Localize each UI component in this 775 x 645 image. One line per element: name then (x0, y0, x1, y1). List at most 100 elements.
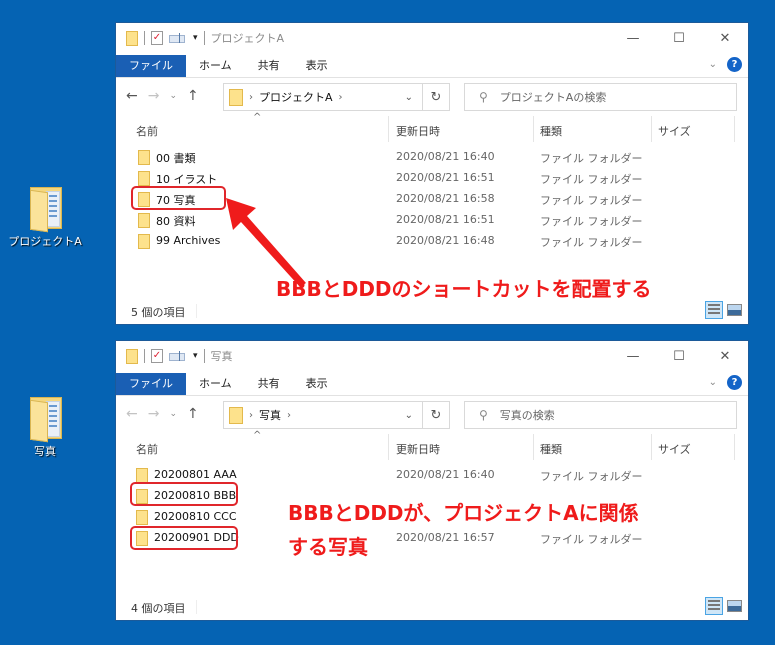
rename-icon[interactable] (169, 33, 187, 43)
close-button[interactable]: ✕ (702, 23, 748, 53)
file-row[interactable]: 80 資料 2020/08/21 16:51 ファイル フォルダー (116, 209, 748, 230)
chevron-right-icon[interactable]: › (287, 410, 291, 421)
column-divider[interactable] (734, 434, 735, 460)
file-row[interactable]: 00 書類 2020/08/21 16:40 ファイル フォルダー (116, 146, 748, 167)
ribbon-tabs: ファイル ホーム 共有 表示 ⌄ ? (116, 55, 748, 78)
expand-ribbon-icon[interactable]: ⌄ (709, 59, 717, 70)
search-placeholder: 写真の検索 (499, 409, 555, 422)
search-input[interactable]: ⚲ プロジェクトAの検索 (464, 83, 737, 111)
tab-view[interactable]: 表示 (293, 55, 341, 77)
column-divider[interactable] (388, 116, 389, 142)
up-button[interactable]: ↑ (187, 406, 199, 422)
customize-toolbar-dropdown[interactable]: ▾ (193, 351, 198, 361)
tab-file[interactable]: ファイル (116, 373, 186, 395)
address-bar[interactable]: › 写真 › ⌄ (223, 401, 450, 429)
rename-icon[interactable] (169, 351, 187, 361)
highlight-box (130, 482, 238, 506)
chevron-right-icon: › (249, 91, 253, 103)
chevron-right-icon: › (249, 409, 253, 421)
properties-icon[interactable]: ✓ (151, 31, 163, 45)
forward-button[interactable]: → (148, 88, 160, 104)
title-bar: ✓ ▾ 写真 — ☐ ✕ (116, 341, 748, 373)
details-view-button[interactable] (705, 301, 723, 319)
up-button[interactable]: ↑ (187, 88, 199, 104)
help-icon[interactable]: ? (727, 375, 742, 390)
tab-home[interactable]: ホーム (186, 55, 245, 77)
quick-access-toolbar: ✓ ▾ 写真 (126, 348, 233, 364)
chevron-right-icon[interactable]: › (339, 92, 343, 103)
file-type: ファイル フォルダー (540, 470, 643, 483)
search-input[interactable]: ⚲ 写真の検索 (464, 401, 737, 429)
file-row[interactable]: 99 Archives 2020/08/21 16:48 ファイル フォルダー (116, 230, 748, 251)
file-name: 20200801 AAA (154, 468, 237, 481)
quick-access-toolbar: ✓ ▾ プロジェクトA (126, 30, 284, 46)
column-date[interactable]: 更新日時 (396, 441, 440, 457)
back-button[interactable]: ← (126, 88, 138, 104)
properties-icon[interactable]: ✓ (151, 349, 163, 363)
column-name[interactable]: 名前 (136, 123, 158, 139)
column-divider[interactable] (388, 434, 389, 460)
desktop-icon-photos[interactable]: 写真 (5, 395, 85, 459)
column-headers: ^ 名前 更新日時 種類 サイズ (116, 430, 748, 460)
folder-icon (229, 88, 243, 106)
customize-toolbar-dropdown[interactable]: ▾ (193, 33, 198, 43)
file-date: 2020/08/21 16:48 (396, 234, 495, 247)
annotation-text: する写真 (288, 535, 368, 559)
details-view-button[interactable] (705, 597, 723, 615)
recent-locations-button[interactable]: ⌄ (169, 409, 177, 419)
minimize-button[interactable]: — (610, 23, 656, 53)
breadcrumb[interactable]: プロジェクトA (259, 89, 333, 105)
desktop-icon-project-a[interactable]: プロジェクトA (5, 185, 85, 249)
file-name: 00 書類 (156, 152, 196, 165)
breadcrumb[interactable]: 写真 (259, 407, 281, 423)
tab-share[interactable]: 共有 (245, 373, 293, 395)
window-title: プロジェクトA (210, 32, 285, 45)
maximize-button[interactable]: ☐ (656, 341, 702, 371)
back-button[interactable]: ← (126, 406, 138, 422)
column-divider[interactable] (651, 434, 652, 460)
column-size[interactable]: サイズ (658, 123, 691, 139)
help-icon[interactable]: ? (727, 57, 742, 72)
folder-icon (136, 468, 148, 483)
refresh-button[interactable]: ↻ (422, 83, 450, 111)
expand-ribbon-icon[interactable]: ⌄ (709, 377, 717, 388)
maximize-button[interactable]: ☐ (656, 23, 702, 53)
file-name: 80 資料 (156, 215, 196, 228)
address-bar[interactable]: › プロジェクトA › ⌄ (223, 83, 450, 111)
column-divider[interactable] (533, 434, 534, 460)
status-bar: 4 個の項目 (116, 594, 748, 620)
large-icons-view-button[interactable] (727, 600, 742, 612)
divider (144, 349, 145, 363)
forward-button[interactable]: → (148, 406, 160, 422)
column-name[interactable]: 名前 (136, 441, 158, 457)
tab-file[interactable]: ファイル (116, 55, 186, 77)
address-dropdown-icon[interactable]: ⌄ (405, 92, 413, 103)
close-button[interactable]: ✕ (702, 341, 748, 371)
file-type: ファイル フォルダー (540, 152, 643, 165)
large-icons-view-button[interactable] (727, 304, 742, 316)
file-name: 20200810 CCC (154, 510, 237, 523)
minimize-button[interactable]: — (610, 341, 656, 371)
title-bar: ✓ ▾ プロジェクトA — ☐ ✕ (116, 23, 748, 55)
navigation-bar: ← → ⌄ ↑ › プロジェクトA › ⌄ ↻ ⚲ プロジェクトAの検索 (116, 78, 748, 116)
file-date: 2020/08/21 16:40 (396, 468, 495, 481)
column-size[interactable]: サイズ (658, 441, 691, 457)
tab-view[interactable]: 表示 (293, 373, 341, 395)
column-divider[interactable] (533, 116, 534, 142)
refresh-button[interactable]: ↻ (422, 401, 450, 429)
file-type: ファイル フォルダー (540, 533, 643, 546)
column-type[interactable]: 種類 (540, 441, 562, 457)
desktop-icon-label: 写真 (34, 445, 56, 458)
address-dropdown-icon[interactable]: ⌄ (405, 410, 413, 421)
column-date[interactable]: 更新日時 (396, 123, 440, 139)
annotation-text: BBBとDDDが、プロジェクトAに関係 (288, 501, 639, 525)
file-type: ファイル フォルダー (540, 173, 643, 186)
recent-locations-button[interactable]: ⌄ (169, 91, 177, 101)
tab-home[interactable]: ホーム (186, 373, 245, 395)
tab-share[interactable]: 共有 (245, 55, 293, 77)
column-divider[interactable] (734, 116, 735, 142)
column-divider[interactable] (651, 116, 652, 142)
folder-icon (126, 30, 138, 46)
column-type[interactable]: 種類 (540, 123, 562, 139)
file-row[interactable]: 10 イラスト 2020/08/21 16:51 ファイル フォルダー (116, 167, 748, 188)
